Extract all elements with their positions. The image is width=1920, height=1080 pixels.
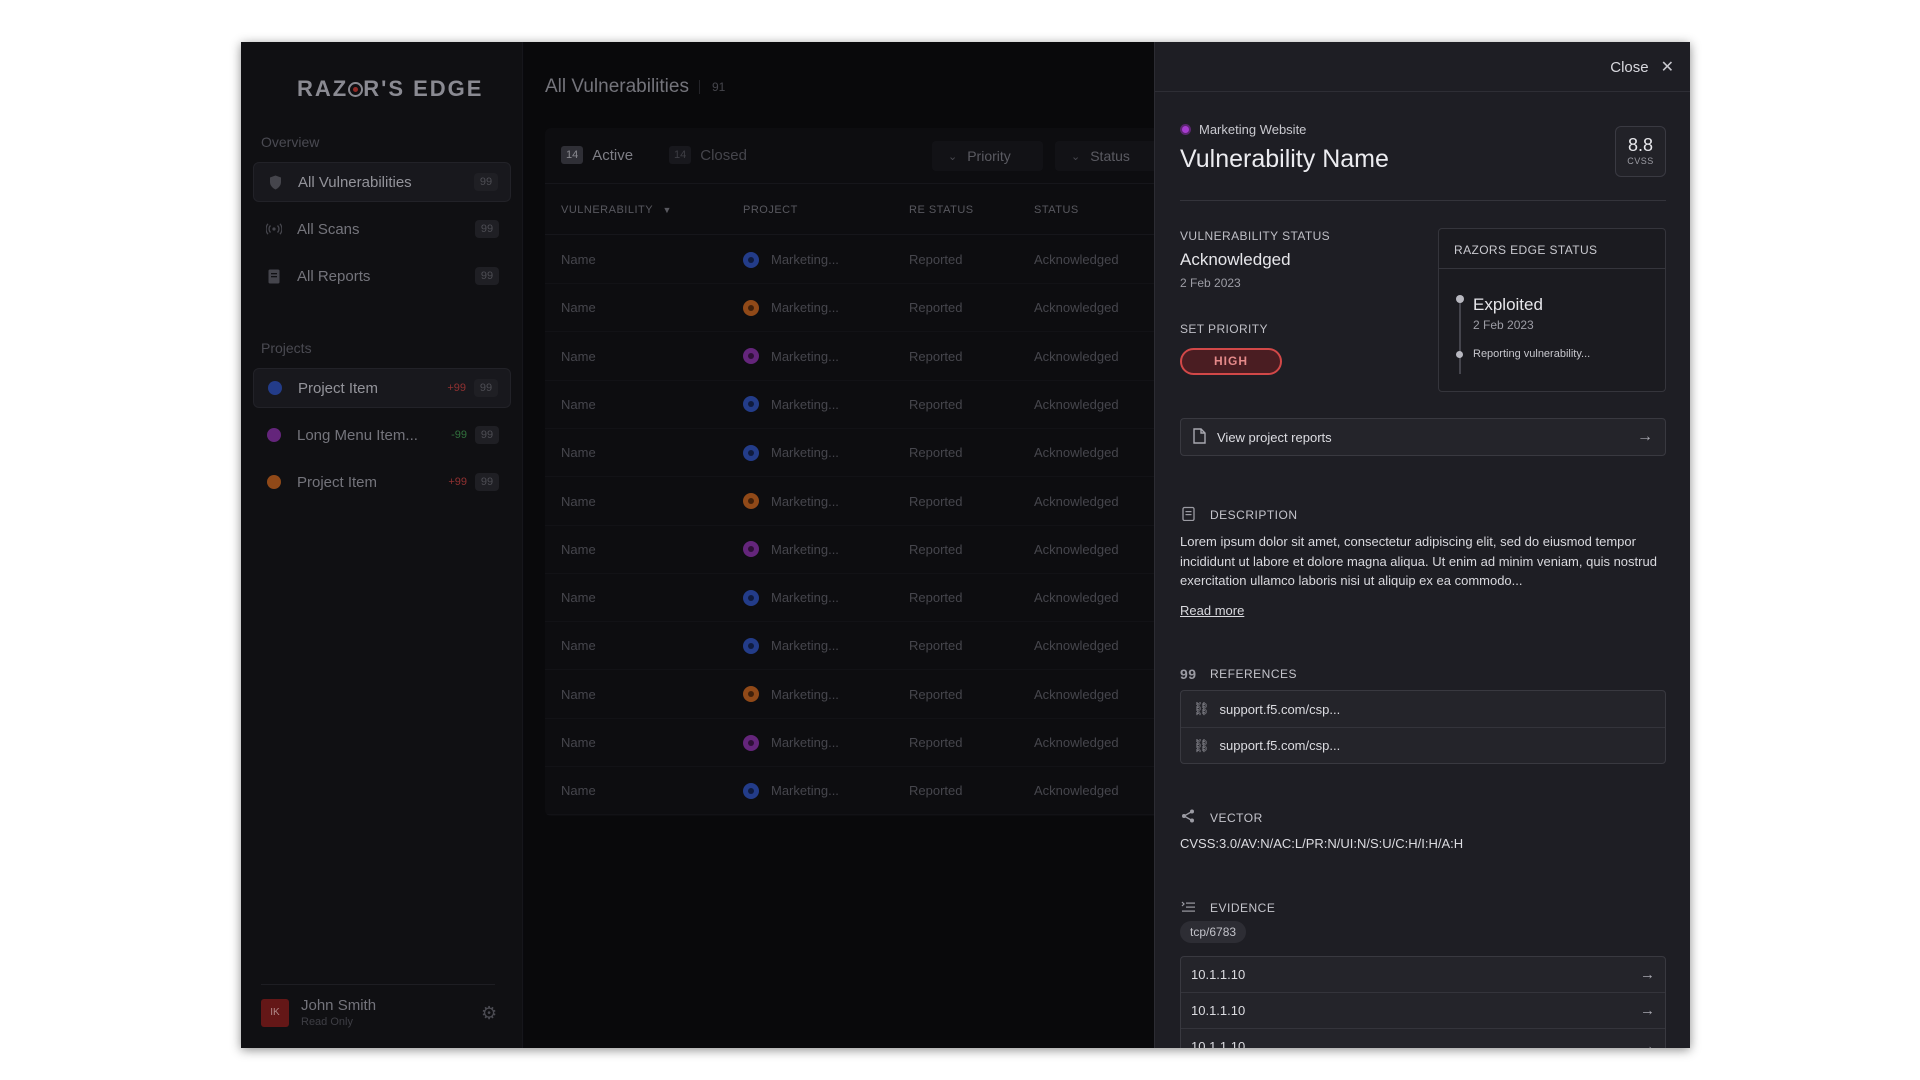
re-status-title: RAZORS EDGE STATUS	[1439, 229, 1665, 269]
vector-heading: VECTOR	[1180, 809, 1263, 826]
references-list: ⛓ support.f5.com/csp... ⛓ support.f5.com…	[1180, 690, 1666, 764]
arrow-right-icon: →	[1637, 428, 1653, 445]
read-more-link[interactable]: Read more	[1180, 603, 1244, 618]
set-priority-label: SET PRIORITY	[1180, 322, 1268, 336]
cvss-score: 8.8	[1627, 135, 1654, 155]
evidence-item[interactable]: 10.1.1.10 →	[1181, 993, 1665, 1029]
evidence-list: 10.1.1.10 → 10.1.1.10 → 10.1.1.10 →	[1180, 956, 1666, 1048]
evidence-tag[interactable]: tcp/6783	[1180, 921, 1247, 943]
description-heading: DESCRIPTION	[1180, 506, 1298, 524]
reference-link[interactable]: ⛓ support.f5.com/csp...	[1181, 691, 1665, 727]
vulnerability-detail-panel: Close ✕ Marketing Website Vulnerability …	[1154, 42, 1690, 1048]
arrow-right-icon: →	[1640, 1038, 1655, 1048]
re-next-step: Reporting vulnerability...	[1473, 348, 1591, 360]
panel-header: Close ✕	[1155, 42, 1690, 92]
arrow-right-icon: →	[1640, 1002, 1655, 1019]
close-label: Close	[1610, 58, 1649, 76]
re-status-value: Exploited	[1473, 295, 1543, 314]
status-timeline	[1459, 299, 1461, 374]
re-status-date: 2 Feb 2023	[1473, 318, 1534, 332]
cvss-score-badge: 8.8 CVSS	[1615, 126, 1666, 177]
reference-link[interactable]: ⛓ support.f5.com/csp...	[1181, 727, 1665, 763]
cvss-label: CVSS	[1627, 156, 1654, 166]
share-icon	[1180, 809, 1196, 826]
project-name: Marketing Website	[1199, 122, 1307, 137]
evidence-heading: EVIDENCE	[1180, 900, 1275, 916]
vulnerability-status-label: VULNERABILITY STATUS	[1180, 229, 1331, 243]
app-window: RAZ R'S EDGE Overview All Vulnerabilities…	[241, 42, 1690, 1048]
view-reports-label: View project reports	[1217, 429, 1332, 445]
clipboard-icon	[1180, 506, 1196, 524]
backdrop-overlay[interactable]	[241, 42, 1154, 1048]
divider	[1180, 200, 1666, 201]
project-dot-icon	[1180, 124, 1191, 135]
priority-selector[interactable]: HIGH	[1180, 348, 1282, 375]
timeline-dot	[1456, 295, 1464, 303]
document-icon	[1193, 427, 1207, 447]
evidence-item[interactable]: 10.1.1.10 →	[1181, 957, 1665, 993]
list-icon	[1180, 900, 1196, 916]
view-project-reports-button[interactable]: View project reports →	[1180, 418, 1666, 456]
vulnerability-name: Vulnerability Name	[1180, 145, 1389, 173]
vector-string: CVSS:3.0/AV:N/AC:L/PR:N/UI:N/S:U/C:H/I:H…	[1180, 836, 1464, 851]
quote-icon: 99	[1180, 666, 1197, 682]
vulnerability-status-value: Acknowledged	[1180, 250, 1291, 269]
project-label[interactable]: Marketing Website	[1180, 122, 1306, 137]
razors-edge-status-card: RAZORS EDGE STATUS Exploited 2 Feb 2023 …	[1438, 228, 1666, 392]
link-icon: ⛓	[1193, 737, 1210, 753]
link-icon: ⛓	[1193, 701, 1210, 716]
evidence-item[interactable]: 10.1.1.10 →	[1181, 1029, 1665, 1048]
close-icon: ✕	[1660, 59, 1674, 76]
timeline-dot	[1456, 351, 1463, 358]
vulnerability-status-date: 2 Feb 2023	[1180, 276, 1241, 290]
description-text: Lorem ipsum dolor sit amet, consectetur …	[1180, 534, 1657, 588]
references-heading: 99 REFERENCES	[1180, 666, 1298, 682]
arrow-right-icon: →	[1640, 966, 1655, 983]
close-button[interactable]: Close ✕	[1610, 57, 1674, 77]
